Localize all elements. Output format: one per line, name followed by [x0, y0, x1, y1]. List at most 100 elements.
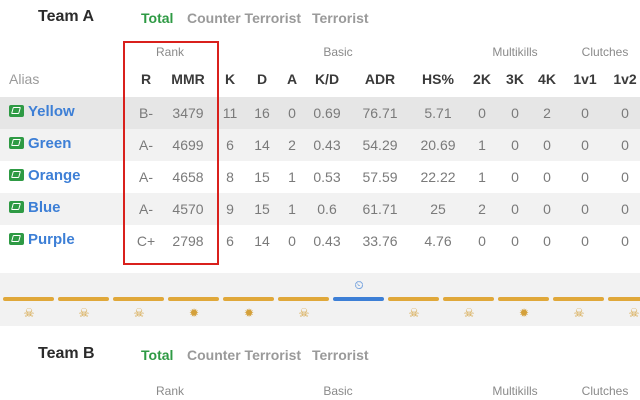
player-name: Blue	[28, 199, 61, 216]
table-cell: 0	[543, 201, 551, 217]
round-segment[interactable]	[113, 297, 164, 301]
table-cell: 0	[288, 233, 296, 249]
round-segment[interactable]	[443, 297, 494, 301]
round-segment[interactable]	[223, 297, 274, 301]
skull-icon: ☠	[23, 306, 35, 320]
round-segment[interactable]	[388, 297, 439, 301]
table-cell: 22.22	[420, 169, 456, 185]
table-cell: 20.69	[420, 137, 456, 153]
table-row: Yellow B- 3479 11 16 0 0.69 76.71 5.71 0 0 2 0 0	[0, 97, 640, 129]
skull-icon: ☠	[298, 306, 310, 320]
table-cell: 4658	[172, 169, 204, 185]
skull-icon: ☠	[573, 306, 585, 320]
column-header[interactable]: 2K	[473, 71, 491, 87]
table-cell: 0	[543, 137, 551, 153]
table-cell: 61.71	[362, 201, 398, 217]
group-basic: Basic	[323, 384, 353, 398]
table-cell: 4699	[172, 137, 204, 153]
skull-icon: ☠	[463, 306, 475, 320]
column-header[interactable]: K	[225, 71, 235, 87]
table-cell: 33.76	[362, 233, 398, 249]
player-link[interactable]: Blue	[9, 199, 61, 216]
table-cell: 4.76	[424, 233, 452, 249]
round-segment[interactable]	[278, 297, 329, 301]
table-cell: 2798	[172, 233, 204, 249]
table-cell: 0	[543, 169, 551, 185]
table-cell: 0.69	[313, 105, 341, 121]
column-header[interactable]: D	[257, 71, 267, 87]
table-cell: 0	[581, 105, 589, 121]
column-header[interactable]: A	[287, 71, 297, 87]
round-segment[interactable]	[58, 297, 109, 301]
column-header[interactable]: 1v1	[573, 71, 596, 87]
column-header[interactable]: 3K	[506, 71, 524, 87]
group-multikills: Multikills	[492, 45, 538, 59]
table-cell: 0	[511, 105, 519, 121]
table-cell: 54.29	[362, 137, 398, 153]
table-cell: 0	[478, 233, 486, 249]
skull-icon: ☠	[78, 306, 90, 320]
round-segment[interactable]	[3, 297, 54, 301]
table-cell: 15	[254, 201, 270, 217]
table-cell: 25	[430, 201, 446, 217]
column-header[interactable]: K/D	[315, 71, 339, 87]
round-segment[interactable]	[553, 297, 604, 301]
round-segment[interactable]	[608, 297, 640, 301]
table-cell: 2	[543, 105, 551, 121]
table-cell: 0	[511, 233, 519, 249]
table-cell: 0	[511, 201, 519, 217]
table-row: Purple C+ 2798 6 14 0 0.43 33.76 4.76 0 0 0 0 0	[0, 225, 640, 257]
column-header[interactable]: MMR	[171, 71, 204, 87]
group-clutches: Clutches	[581, 384, 629, 398]
group-rank: Rank	[155, 45, 185, 59]
table-cell: 2	[288, 137, 296, 153]
player-link[interactable]: Purple	[9, 231, 75, 248]
table-cell: 16	[254, 105, 270, 121]
table-row: Orange A- 4658 8 15 1 0.53 57.59 22.22 1 0 0 0 0	[0, 161, 640, 193]
table-cell: 3479	[172, 105, 204, 121]
table-cell: 0.53	[313, 169, 341, 185]
column-header[interactable]: 4K	[538, 71, 556, 87]
table-cell: 8	[226, 169, 234, 185]
table-cell: 0.43	[313, 137, 341, 153]
column-header[interactable]: HS%	[422, 71, 454, 87]
group-basic: Basic	[323, 45, 353, 59]
column-header[interactable]: R	[141, 71, 151, 87]
table-cell: 0	[478, 105, 486, 121]
table-cell: 9	[226, 201, 234, 217]
table-row: Green A- 4699 6 14 2 0.43 54.29 20.69 1 0 0 0 0	[0, 129, 640, 161]
steam-profile-icon	[9, 201, 24, 213]
player-name: Yellow	[28, 103, 75, 120]
table-cell: A-	[139, 169, 153, 185]
round-segment[interactable]	[498, 297, 549, 301]
explosion-icon: ✹	[243, 306, 255, 320]
table-cell: 1	[288, 169, 296, 185]
table-row: Blue A- 4570 9 15 1 0.6 61.71 25 2 0 0 0 0	[0, 193, 640, 225]
table-cell: 4570	[172, 201, 204, 217]
explosion-icon: ✹	[518, 306, 530, 320]
table-cell: 57.59	[362, 169, 398, 185]
column-header[interactable]: ADR	[365, 71, 395, 87]
steam-profile-icon	[9, 105, 24, 117]
group-multikills: Multikills	[492, 384, 538, 398]
player-link[interactable]: Yellow	[9, 103, 75, 120]
round-segment[interactable]	[333, 297, 384, 301]
table-cell: A-	[139, 137, 153, 153]
table-cell: 1	[478, 137, 486, 153]
round-segment[interactable]	[168, 297, 219, 301]
skull-icon: ☠	[408, 306, 420, 320]
column-header[interactable]: 1v2	[613, 71, 636, 87]
player-link[interactable]: Orange	[9, 167, 81, 184]
table-cell: 5.71	[424, 105, 452, 121]
skull-icon: ☠	[628, 306, 640, 320]
table-cell: A-	[139, 201, 153, 217]
table-cell: 0.43	[313, 233, 341, 249]
table-cell: 0	[581, 233, 589, 249]
table-cell: 1	[288, 201, 296, 217]
group-clutches: Clutches	[581, 45, 629, 59]
group-rank: Rank	[155, 384, 185, 398]
alias-header: Alias	[9, 71, 40, 87]
table-cell: 14	[254, 137, 270, 153]
table-cell: 0	[511, 137, 519, 153]
player-link[interactable]: Green	[9, 135, 71, 152]
